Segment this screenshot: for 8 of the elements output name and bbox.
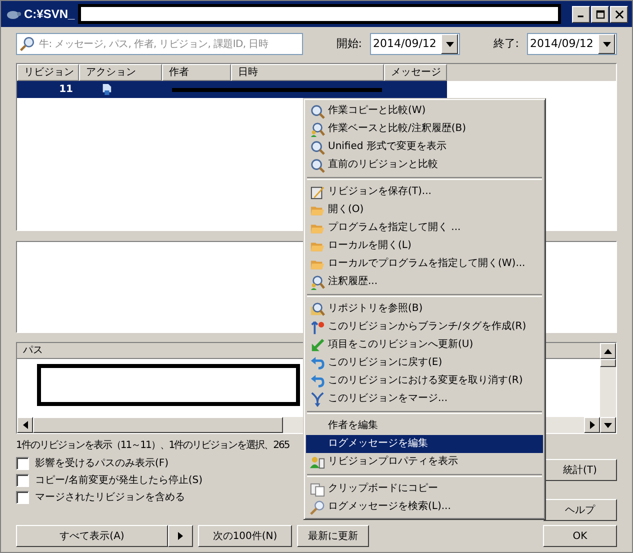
checkbox-label: 影響を受けるパスのみ表示(F) [35,458,169,470]
revision-cell-text: 11 [58,84,74,96]
end-label: 終了: [493,37,519,51]
window-title: C:¥SVN_ [24,6,75,22]
status-text: 1件のリビジョンを表示（11～11）、1件のリビジョンを選択、265 [16,439,290,453]
start-label: 開始: [336,37,362,51]
checkbox-label: マージされたリビジョンを含める [35,492,185,504]
checkbox-label: コピー/名前変更が発生したら停止(S) [35,474,203,486]
